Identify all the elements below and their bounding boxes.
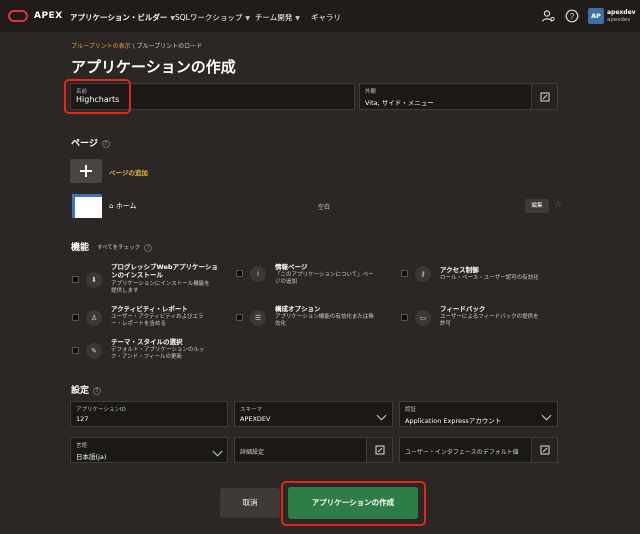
feature-checkbox-pwa[interactable] <box>72 276 79 283</box>
language-label: 言語 <box>76 443 88 449</box>
user-workspace: apexdev <box>607 17 631 23</box>
ui-defaults-label: ユーザー・インタフェースのデフォルト値 <box>405 449 519 456</box>
schema-value: APEXDEV <box>240 415 271 423</box>
feature-checkbox-feedback[interactable] <box>401 314 408 321</box>
help-icon[interactable]: ? <box>144 243 153 252</box>
edit-page-button[interactable]: 編集 <box>525 199 549 213</box>
feature-checkbox-about[interactable] <box>236 270 243 277</box>
comment-icon: ▭ <box>415 310 431 326</box>
breadcrumb-current: ブループリントのロード <box>136 43 203 50</box>
chevron-down-icon: ▼ <box>295 15 300 22</box>
auth-label: 認証 <box>405 407 417 413</box>
help-icon[interactable]: ? <box>101 139 110 148</box>
help-icon[interactable]: ? <box>565 9 579 23</box>
advanced-settings-button[interactable] <box>366 438 392 462</box>
feature-checkbox-config[interactable] <box>236 314 243 321</box>
nav-team-dev[interactable]: チーム開発 ▼ <box>255 12 300 23</box>
feature-checkbox-theme[interactable] <box>72 347 79 354</box>
feature-name-activity: アクティビティ・レポート <box>111 305 188 313</box>
brand-label[interactable]: APEX <box>34 11 63 21</box>
breadcrumb-separator: \ <box>132 43 135 50</box>
edit-icon <box>540 92 549 101</box>
create-highlight <box>281 481 426 526</box>
top-bar: APEX アプリケーション・ビルダー ▼ SQLワークショップ ▼ チーム開発 ▼ ギ… <box>0 0 640 32</box>
page-thumbnail <box>72 194 102 218</box>
brush-icon: ✎ <box>86 343 102 359</box>
chevron-down-icon <box>212 446 223 457</box>
features-section-title: 機能 <box>71 243 90 253</box>
key-icon: ⚷ <box>415 266 431 282</box>
help-icon[interactable]: ? <box>93 386 102 395</box>
user-settings-icon[interactable] <box>541 9 555 23</box>
check-all-link[interactable]: すべてをチェック? <box>97 243 153 252</box>
add-page-link[interactable]: ページの追加 <box>109 167 148 177</box>
schema-label: スキーマ <box>240 407 263 413</box>
feature-desc-access: ロール・ベース・ユーザー認可の有効化 <box>440 275 539 281</box>
edit-icon <box>540 445 549 455</box>
user-name: apexdev <box>607 9 636 16</box>
nav-sql-workshop[interactable]: SQLワークショップ ▼ <box>175 12 250 23</box>
breadcrumb: ブループリントの表示 \ ブループリントのロード <box>71 41 202 50</box>
app-id-label: アプリケーションID <box>76 407 126 413</box>
nav-app-builder[interactable]: アプリケーション・ビルダー ▼ <box>70 12 175 23</box>
chevron-down-icon: ▼ <box>245 15 250 22</box>
feature-checkbox-activity[interactable] <box>72 314 79 321</box>
feature-desc-activity: ユーザー・アクティビティおよびエラ ー・レポートを含める <box>111 314 204 327</box>
feature-desc-theme: デフォルト・アプリケーションのルッ ク・アンド・フィールの更新 <box>111 347 205 360</box>
feature-name-pwa: プログレッシブWebアプリケーショ ンのインストール <box>111 263 218 279</box>
feature-desc-feedback: ユーザーによるフィードバックの提供を 許可 <box>440 314 539 327</box>
feature-name-access: アクセス制御 <box>440 266 479 274</box>
page-type: 空白 <box>318 204 331 211</box>
sliders-icon: ☰ <box>250 310 266 326</box>
settings-section-title: 設定? <box>71 383 102 396</box>
breadcrumb-link[interactable]: ブループリントの表示 <box>71 43 131 50</box>
ui-defaults-field[interactable]: ユーザー・インタフェースのデフォルト値 <box>399 437 558 463</box>
download-icon: ⬇ <box>86 272 102 288</box>
avatar[interactable]: AP <box>588 8 604 24</box>
oracle-logo-icon[interactable] <box>8 10 28 22</box>
advanced-settings-field[interactable]: 詳細設定 <box>234 437 393 463</box>
language-select[interactable]: 言語 日本語(ja) <box>70 437 228 463</box>
page-title: アプリケーションの作成 <box>71 58 236 76</box>
edit-icon <box>375 445 384 455</box>
add-page-button[interactable] <box>70 159 102 183</box>
feature-name-config: 構成オプション <box>275 305 321 313</box>
feature-desc-about: 「このアプリケーションについて」ペー ジの追加 <box>275 272 374 285</box>
auth-value: Application Expressアカウント <box>405 417 502 425</box>
schema-select[interactable]: スキーマ APEXDEV <box>234 401 393 427</box>
svg-text:?: ? <box>570 12 575 21</box>
info-icon: i <box>250 266 266 282</box>
home-icon: ⌂ <box>109 202 114 210</box>
feature-name-theme: テーマ・スタイルの選択 <box>111 338 183 346</box>
feature-desc-config: アプリケーション機能の有効化または無 効化 <box>275 314 374 327</box>
pages-section-title: ページ? <box>71 136 110 149</box>
feature-name-about: 情報ページ <box>275 263 308 271</box>
nav-gallery[interactable]: ギャラリ <box>311 12 341 23</box>
appearance-field-label: 外観 <box>365 89 377 95</box>
feature-desc-pwa: アプリケーションにインストール機能を 提供します <box>111 281 210 294</box>
feature-name-feedback: フィードバック <box>440 305 486 313</box>
ui-defaults-button[interactable] <box>531 438 557 462</box>
cancel-button[interactable]: 取消 <box>220 488 280 518</box>
app-id-value[interactable]: 127 <box>76 415 88 423</box>
appearance-field[interactable]: 外観 Vita, サイド・メニュー <box>359 83 558 110</box>
appearance-edit-button[interactable] <box>531 84 557 109</box>
auth-select[interactable]: 認証 Application Expressアカウント <box>399 401 558 427</box>
feature-checkbox-access[interactable] <box>401 270 408 277</box>
page-name: ⌂ ホーム <box>109 202 137 210</box>
advanced-label: 詳細設定 <box>240 449 265 456</box>
star-icon[interactable]: ☆ <box>554 200 562 210</box>
appearance-field-value: Vita, サイド・メニュー <box>365 99 434 107</box>
language-value: 日本語(ja) <box>76 453 107 461</box>
user-report-icon: ♙ <box>86 310 102 326</box>
chevron-down-icon <box>376 410 387 421</box>
name-highlight <box>64 79 131 114</box>
chevron-down-icon <box>541 410 552 421</box>
app-id-field[interactable]: アプリケーションID 127 <box>70 401 228 427</box>
